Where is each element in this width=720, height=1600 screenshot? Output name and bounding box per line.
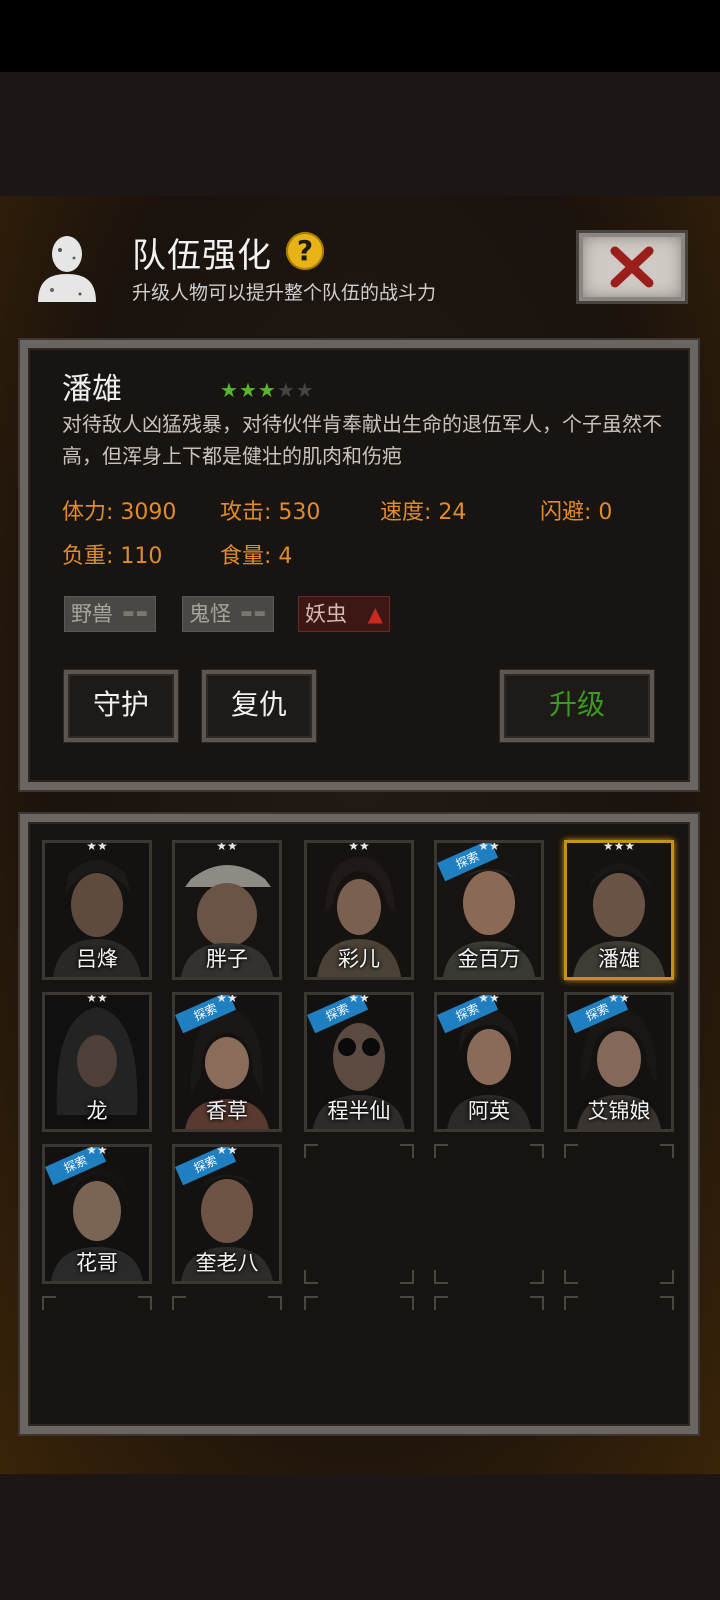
roster-tile-lufeng[interactable]: ★★ 吕烽: [42, 840, 152, 980]
guard-button[interactable]: 守护: [64, 670, 178, 742]
empty-roster-slot: [304, 1144, 414, 1284]
top-backdrop: [0, 72, 720, 196]
roster-tile-pangzi[interactable]: ★★ 胖子: [172, 840, 282, 980]
revenge-button[interactable]: 复仇: [202, 670, 316, 742]
stat-speed: 速度: 24: [380, 500, 467, 525]
roster-tile-caier[interactable]: ★★ 彩儿: [304, 840, 414, 980]
character-star-rating: ★★★★★: [220, 378, 315, 402]
tile-stars: ★★★: [602, 840, 636, 853]
upgrade-button[interactable]: 升级: [500, 670, 654, 742]
roster-tile-aijinniang[interactable]: 探索 ★★ 艾锦娘: [564, 992, 674, 1132]
roster-tile-jinbaiwan[interactable]: 探索 ★★ 金百万: [434, 840, 544, 980]
empty-roster-slot: [172, 1296, 282, 1420]
empty-roster-slot: [434, 1296, 544, 1420]
arrow-up-icon: ▲: [367, 602, 383, 626]
tile-stars: ★★: [608, 992, 630, 1005]
roster-tile-kuilaoba[interactable]: 探索 ★★ 奎老八: [172, 1144, 282, 1284]
bottom-backdrop: [0, 1474, 720, 1600]
tile-name: 香草: [206, 1099, 248, 1123]
stat-load: 负重: 110: [62, 544, 163, 569]
star-empty-icon: ★: [295, 378, 315, 402]
tile-stars: ★★: [348, 992, 370, 1005]
tile-stars: ★★: [478, 992, 500, 1005]
empty-roster-slot: [304, 1296, 414, 1420]
tile-stars: ★★: [216, 840, 238, 853]
tag-beast: 野兽 ▬▬: [64, 596, 156, 632]
tag-label: 野兽: [71, 602, 113, 626]
neutral-icon: ▬▬: [122, 606, 149, 621]
tile-stars: ★★: [86, 992, 108, 1005]
tile-name: 程半仙: [327, 1099, 391, 1123]
page-title: 队伍强化: [132, 236, 272, 276]
stat-food: 食量: 4: [220, 544, 293, 569]
tile-stars: ★★: [86, 1144, 108, 1157]
close-button[interactable]: [576, 230, 688, 304]
tile-name: 龙: [86, 1099, 108, 1123]
tag-insect: 妖虫 ▲: [298, 596, 390, 632]
person-silhouette-icon: [32, 232, 102, 304]
tile-name: 花哥: [76, 1251, 118, 1275]
star-icon: ★: [238, 378, 258, 402]
tile-name: 胖子: [206, 947, 248, 971]
neutral-icon: ▬▬: [240, 606, 267, 621]
close-icon: [610, 246, 654, 288]
stat-dodge: 闪避: 0: [540, 500, 613, 525]
tag-ghost: 鬼怪 ▬▬: [182, 596, 274, 632]
tag-label: 鬼怪: [189, 602, 231, 626]
roster-tile-long[interactable]: ★★ 龙: [42, 992, 152, 1132]
roster-tile-xiangcao[interactable]: 探索 ★★ 香草: [172, 992, 282, 1132]
empty-roster-slot: [564, 1296, 674, 1420]
empty-roster-slot: [42, 1296, 152, 1420]
tile-name: 阿英: [468, 1099, 510, 1123]
tile-stars: ★★: [86, 840, 108, 853]
empty-roster-slot: [434, 1144, 544, 1284]
character-name: 潘雄: [62, 372, 122, 407]
tile-name: 吕烽: [76, 947, 118, 971]
status-bar-area: [0, 0, 720, 72]
help-icon[interactable]: ?: [286, 232, 324, 270]
tag-label: 妖虫: [305, 602, 347, 626]
tile-stars: ★★: [216, 992, 238, 1005]
roster-tile-aying[interactable]: 探索 ★★ 阿英: [434, 992, 544, 1132]
star-icon: ★: [220, 378, 239, 402]
star-empty-icon: ★: [276, 378, 296, 402]
stat-stamina: 体力: 3090: [62, 500, 177, 525]
tile-name: 艾锦娘: [587, 1099, 651, 1123]
tile-stars: ★★: [216, 1144, 238, 1157]
roster-tile-panxiong[interactable]: ★★★ 潘雄: [564, 840, 674, 980]
tile-stars: ★★: [348, 840, 370, 853]
tile-name: 彩儿: [338, 947, 380, 971]
roster-tile-huage[interactable]: 探索 ★★ 花哥: [42, 1144, 152, 1284]
tile-name: 潘雄: [598, 947, 640, 971]
star-icon: ★: [257, 378, 277, 402]
page-subtitle: 升级人物可以提升整个队伍的战斗力: [132, 282, 437, 304]
empty-roster-slot: [564, 1144, 674, 1284]
roster-tile-chengbanxian[interactable]: 探索 ★★ 程半仙: [304, 992, 414, 1132]
stat-attack: 攻击: 530: [220, 500, 321, 525]
character-description: 对待敌人凶猛残暴，对待伙伴肯奉献出生命的退伍军人，个子虽然不高，但浑身上下都是健…: [62, 412, 662, 468]
tile-name: 金百万: [457, 947, 521, 971]
tile-name: 奎老八: [195, 1251, 259, 1275]
tile-stars: ★★: [478, 840, 500, 853]
